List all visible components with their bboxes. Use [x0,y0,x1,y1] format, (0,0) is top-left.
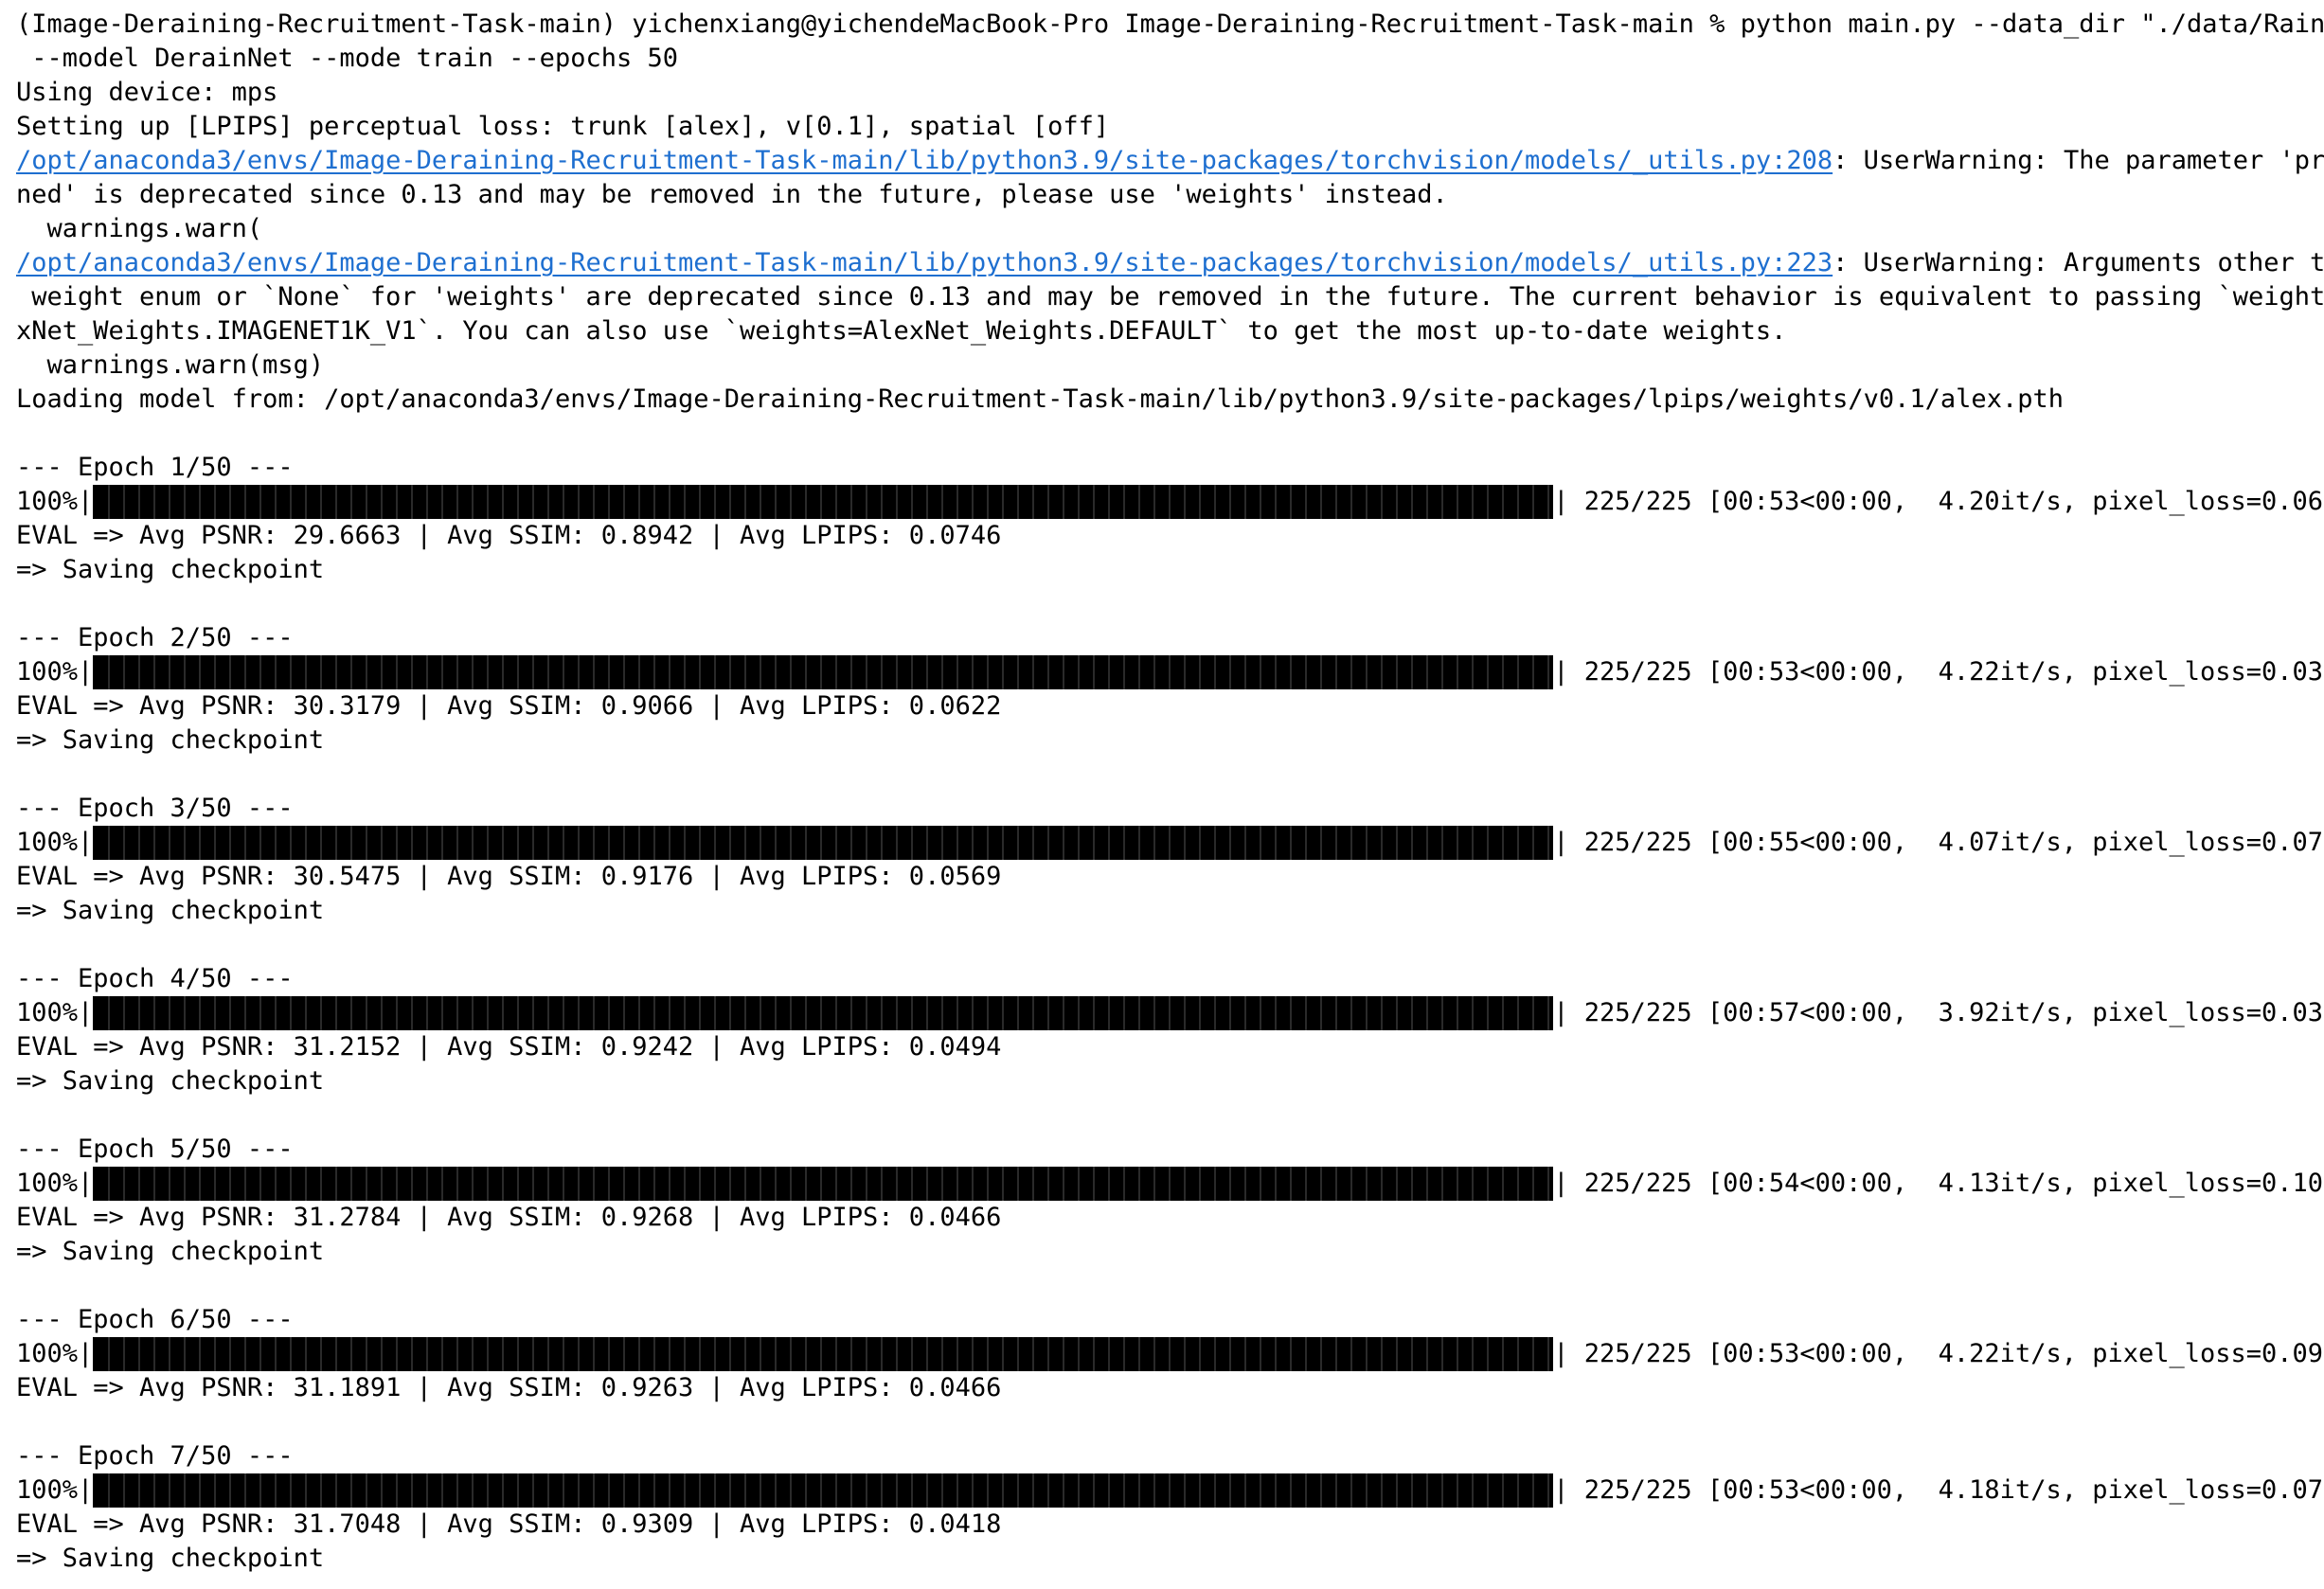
progress-stats: | 225/225 [00:53<00:00, 4.20it/s, pixel_… [1553,487,2324,516]
lpips-setup-line: Setting up [LPIPS] perceptual loss: trun… [16,112,1110,141]
command-prompt-line: (Image-Deraining-Recruitment-Task-main) … [16,9,2324,39]
saving-checkpoint-line: => Saving checkpoint [16,1237,325,1266]
progress-percent: 100%| [16,487,94,516]
saving-checkpoint-line: => Saving checkpoint [16,725,325,755]
command-args-line: --model DerainNet --mode train --epochs … [16,44,678,73]
eval-metrics-line: EVAL => Avg PSNR: 30.3179 | Avg SSIM: 0.… [16,691,1002,721]
progress-stats: | 225/225 [00:55<00:00, 4.07it/s, pixel_… [1553,828,2324,857]
progress-line: 100%| | 225/225 [00:55<00:00, 4.07it/s, p… [16,826,2324,860]
warning-line: /opt/anaconda3/envs/Image-Deraining-Recr… [16,144,2324,178]
warning-continuation: weight enum or `None` for 'weights' are … [16,282,2324,312]
warning-file-link[interactable]: /opt/anaconda3/envs/Image-Deraining-Recr… [16,248,1832,277]
warning-message: : UserWarning: Arguments other than a [1832,248,2324,277]
progress-stats: | 225/225 [00:53<00:00, 4.22it/s, pixel_… [1553,657,2324,687]
eval-metrics-line: EVAL => Avg PSNR: 31.2784 | Avg SSIM: 0.… [16,1203,1002,1232]
saving-checkpoint-line: => Saving checkpoint [16,555,325,584]
progress-line: 100%| | 225/225 [00:53<00:00, 4.20it/s, p… [16,485,2324,519]
progress-percent: 100%| [16,657,94,687]
saving-checkpoint-line: => Saving checkpoint [16,1066,325,1096]
progress-stats: | 225/225 [00:54<00:00, 4.13it/s, pixel_… [1553,1169,2324,1198]
epoch-title: --- Epoch 3/50 --- [16,794,294,823]
warning-file-link[interactable]: /opt/anaconda3/envs/Image-Deraining-Recr… [16,146,1832,175]
progress-bar [93,826,1554,860]
progress-percent: 100%| [16,828,94,857]
epoch-title: --- Epoch 2/50 --- [16,623,294,652]
progress-stats: | 225/225 [00:57<00:00, 3.92it/s, pixel_… [1553,998,2324,1027]
progress-bar [93,1337,1554,1371]
epoch-title: --- Epoch 4/50 --- [16,964,294,993]
saving-checkpoint-line: => Saving checkpoint [16,1544,325,1573]
epoch-title: --- Epoch 1/50 --- [16,453,294,482]
progress-percent: 100%| [16,998,94,1027]
progress-line: 100%| | 225/225 [00:57<00:00, 3.92it/s, p… [16,996,2324,1030]
epoch-log: --- Epoch 1/50 --- 100%| | 225/225 [00:53<… [16,417,2324,1576]
warning-continuation: xNet_Weights.IMAGENET1K_V1`. You can als… [16,316,1787,346]
warning-line: /opt/anaconda3/envs/Image-Deraining-Recr… [16,246,2324,280]
warning-call: warnings.warn(msg) [16,350,325,380]
eval-metrics-line: EVAL => Avg PSNR: 30.5475 | Avg SSIM: 0.… [16,862,1002,891]
progress-percent: 100%| [16,1169,94,1198]
progress-line: 100%| | 225/225 [00:53<00:00, 4.18it/s, p… [16,1473,2324,1508]
progress-bar [93,1473,1554,1508]
progress-line: 100%| | 225/225 [00:54<00:00, 4.13it/s, p… [16,1167,2324,1201]
progress-bar [93,485,1554,519]
saving-checkpoint-line: => Saving checkpoint [16,896,325,925]
eval-metrics-line: EVAL => Avg PSNR: 31.1891 | Avg SSIM: 0.… [16,1373,1002,1402]
warning-message: : UserWarning: The parameter 'pretrai [1832,146,2324,175]
eval-metrics-line: EVAL => Avg PSNR: 31.2152 | Avg SSIM: 0.… [16,1032,1002,1062]
progress-stats: | 225/225 [00:53<00:00, 4.22it/s, pixel_… [1553,1339,2324,1368]
warning-call: warnings.warn( [16,214,263,243]
epoch-title: --- Epoch 7/50 --- [16,1441,294,1471]
loading-model-line: Loading model from: /opt/anaconda3/envs/… [16,384,2064,414]
progress-bar [93,996,1554,1030]
warning-continuation: ned' is deprecated since 0.13 and may be… [16,180,1448,209]
progress-line: 100%| | 225/225 [00:53<00:00, 4.22it/s, p… [16,1337,2324,1371]
progress-bar [93,655,1554,689]
progress-bar [93,1167,1554,1201]
progress-line: 100%| | 225/225 [00:53<00:00, 4.22it/s, p… [16,655,2324,689]
terminal-output[interactable]: (Image-Deraining-Recruitment-Task-main) … [0,0,2324,1589]
device-line: Using device: mps [16,78,278,107]
eval-metrics-line: EVAL => Avg PSNR: 29.6663 | Avg SSIM: 0.… [16,521,1002,550]
epoch-title: --- Epoch 5/50 --- [16,1134,294,1164]
eval-metrics-line: EVAL => Avg PSNR: 31.7048 | Avg SSIM: 0.… [16,1509,1002,1539]
epoch-title: --- Epoch 6/50 --- [16,1305,294,1334]
progress-percent: 100%| [16,1339,94,1368]
progress-stats: | 225/225 [00:53<00:00, 4.18it/s, pixel_… [1553,1475,2324,1505]
progress-percent: 100%| [16,1475,94,1505]
